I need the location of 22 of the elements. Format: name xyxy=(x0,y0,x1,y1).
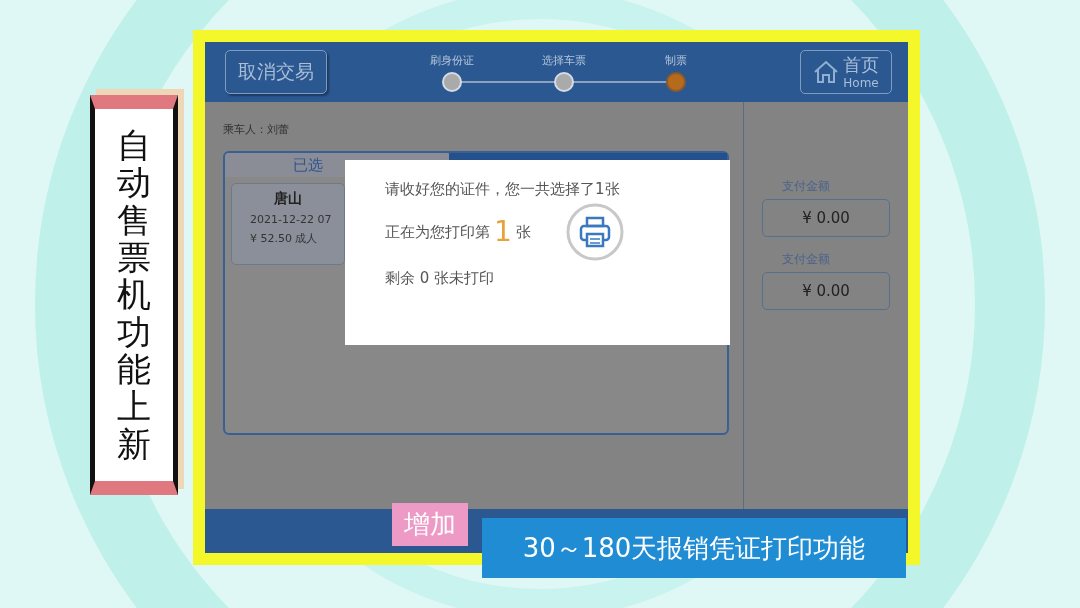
step-label: 刷身份证 xyxy=(429,52,474,68)
dialog-message: 正在为您打印第 xyxy=(385,222,490,242)
caption-tag: 增加 xyxy=(392,503,468,546)
current-count: 1 xyxy=(494,218,512,246)
station-name: 唐山 xyxy=(274,190,302,208)
passenger-name: 乘车人：刘蕾 xyxy=(223,122,290,137)
ticket-price: ¥ 52.50 成人 xyxy=(249,231,318,246)
dialog-message: 请收好您的证件，您一共选择了1张 xyxy=(385,180,621,199)
dialog-message: 张 xyxy=(515,222,531,242)
caption-text: 30～180天报销凭证打印功能 xyxy=(482,518,906,578)
ticket-datetime: 2021-12-22 07 xyxy=(249,213,332,226)
banner-title: 自动售票机功能上新 xyxy=(117,126,151,464)
amount-field: ¥ 0.00 xyxy=(762,199,890,237)
cancel-button[interactable]: 取消交易 xyxy=(225,50,327,94)
ticket-card[interactable]: 唐山 2021-12-22 07 ¥ 52.50 成人 xyxy=(231,183,345,265)
printer-icon xyxy=(564,202,625,262)
house-icon xyxy=(813,60,839,84)
remaining-message: 剩余 0 张未打印 xyxy=(385,269,496,288)
step-label: 制票 xyxy=(664,52,687,68)
home-button[interactable]: 首页 Home xyxy=(800,50,892,94)
step-label: 选择车票 xyxy=(541,52,586,68)
amount-field: ¥ 0.00 xyxy=(762,272,890,310)
